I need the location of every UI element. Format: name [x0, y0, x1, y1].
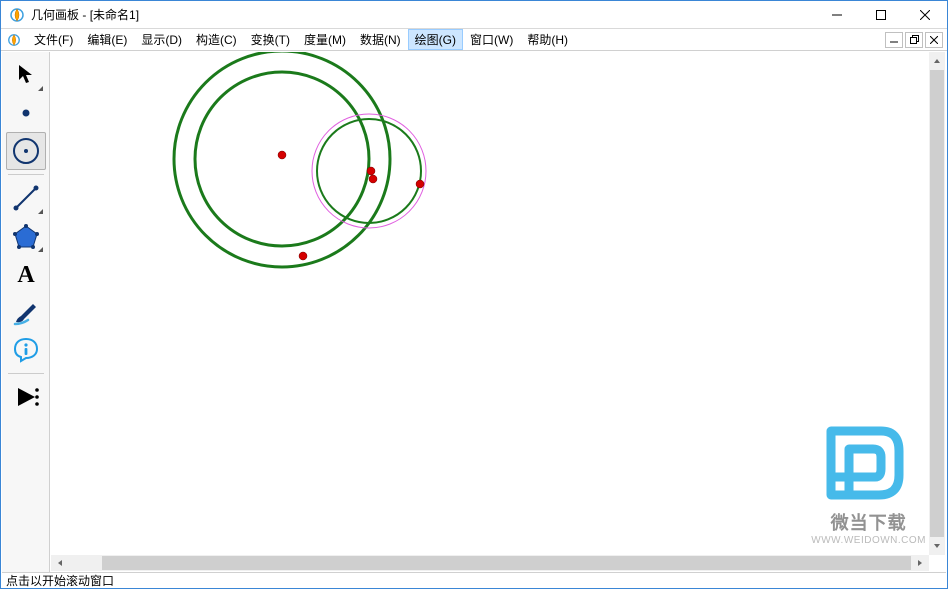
info-tool[interactable] — [6, 331, 46, 369]
scroll-down-button[interactable] — [929, 537, 945, 555]
menu-help[interactable]: 帮助(H) — [520, 29, 575, 50]
expand-icon — [38, 209, 43, 214]
menu-graph[interactable]: 绘图(G) — [408, 29, 463, 50]
expand-icon — [38, 86, 43, 91]
canvas-point[interactable] — [367, 167, 375, 175]
select-arrow-tool[interactable] — [6, 56, 46, 94]
text-tool[interactable]: A — [6, 255, 46, 293]
maximize-button[interactable] — [859, 1, 903, 29]
doc-icon — [7, 33, 21, 47]
tool-separator — [8, 373, 44, 374]
toolbox: A — [2, 52, 50, 572]
scroll-right-button[interactable] — [911, 555, 929, 571]
horizontal-scroll-thumb[interactable] — [102, 556, 911, 570]
line-tool[interactable] — [6, 179, 46, 217]
mdi-restore-button[interactable] — [905, 32, 923, 48]
vertical-scrollbar[interactable] — [929, 52, 945, 555]
menu-bar: 文件(F) 编辑(E) 显示(D) 构造(C) 变换(T) 度量(M) 数据(N… — [1, 29, 947, 51]
scroll-up-button[interactable] — [929, 52, 945, 70]
menu-construct[interactable]: 构造(C) — [189, 29, 244, 50]
canvas-point[interactable] — [278, 151, 286, 159]
canvas-point[interactable] — [416, 180, 424, 188]
menu-edit[interactable]: 编辑(E) — [80, 29, 134, 50]
client-area: A 微当下载 WWW.WEIDOWN.COM — [2, 52, 946, 572]
canvas-point[interactable] — [369, 175, 377, 183]
menu-display[interactable]: 显示(D) — [134, 29, 189, 50]
circle-tool[interactable] — [6, 132, 46, 170]
svg-text:A: A — [17, 262, 35, 287]
close-button[interactable] — [903, 1, 947, 29]
point-tool[interactable] — [6, 94, 46, 132]
horizontal-scrollbar[interactable] — [51, 555, 929, 571]
tool-separator — [8, 174, 44, 175]
drawing-canvas[interactable]: 微当下载 WWW.WEIDOWN.COM — [50, 52, 946, 572]
menu-window[interactable]: 窗口(W) — [463, 29, 520, 50]
expand-icon — [38, 247, 43, 252]
canvas-circle[interactable] — [174, 52, 390, 267]
scroll-left-button[interactable] — [51, 555, 69, 571]
minimize-button[interactable] — [815, 1, 859, 29]
mdi-minimize-button[interactable] — [885, 32, 903, 48]
mdi-controls — [885, 32, 947, 48]
status-text: 点击以开始滚动窗口 — [6, 572, 114, 589]
custom-tool[interactable] — [6, 378, 46, 416]
status-bar: 点击以开始滚动窗口 — [2, 572, 946, 588]
menu-data[interactable]: 数据(N) — [353, 29, 408, 50]
marker-tool[interactable] — [6, 293, 46, 331]
polygon-tool[interactable] — [6, 217, 46, 255]
canvas-point[interactable] — [299, 252, 307, 260]
title-bar: 几何画板 - [未命名1] — [1, 1, 947, 29]
mdi-close-button[interactable] — [925, 32, 943, 48]
menu-file[interactable]: 文件(F) — [27, 29, 80, 50]
vertical-scroll-thumb[interactable] — [930, 70, 944, 537]
window-title: 几何画板 - [未命名1] — [31, 6, 139, 23]
menu-measure[interactable]: 度量(M) — [297, 29, 353, 50]
app-icon — [9, 7, 25, 23]
menu-transform[interactable]: 变换(T) — [244, 29, 297, 50]
